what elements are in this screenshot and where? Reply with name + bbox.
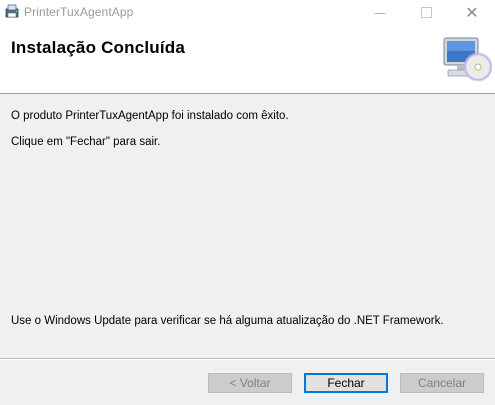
window-title: PrinterTuxAgentApp (24, 5, 134, 19)
minimize-button[interactable] (357, 0, 403, 24)
back-button[interactable]: < Voltar (208, 373, 292, 393)
header-banner: Instalação Concluída (0, 24, 495, 94)
maximize-button[interactable] (403, 0, 449, 24)
minimize-icon (375, 12, 385, 14)
install-success-message: O produto PrinterTuxAgentApp foi instala… (11, 110, 289, 122)
page-title: Instalação Concluída (11, 38, 186, 57)
close-icon: ✕ (465, 2, 479, 22)
footer-divider-highlight (0, 359, 495, 360)
installer-app-icon (5, 4, 19, 18)
windows-update-message: Use o Windows Update para verificar se h… (11, 315, 444, 327)
computer-cd-icon (443, 37, 492, 82)
title-bar[interactable]: PrinterTuxAgentApp ✕ (0, 0, 495, 24)
installer-window: PrinterTuxAgentApp ✕ Instalação Concluíd… (0, 0, 495, 405)
cancel-button[interactable]: Cancelar (400, 373, 484, 393)
maximize-icon (420, 6, 432, 18)
close-button[interactable]: Fechar (304, 373, 388, 393)
close-window-button[interactable]: ✕ (449, 0, 495, 24)
close-instruction-message: Clique em "Fechar" para sair. (11, 136, 161, 148)
